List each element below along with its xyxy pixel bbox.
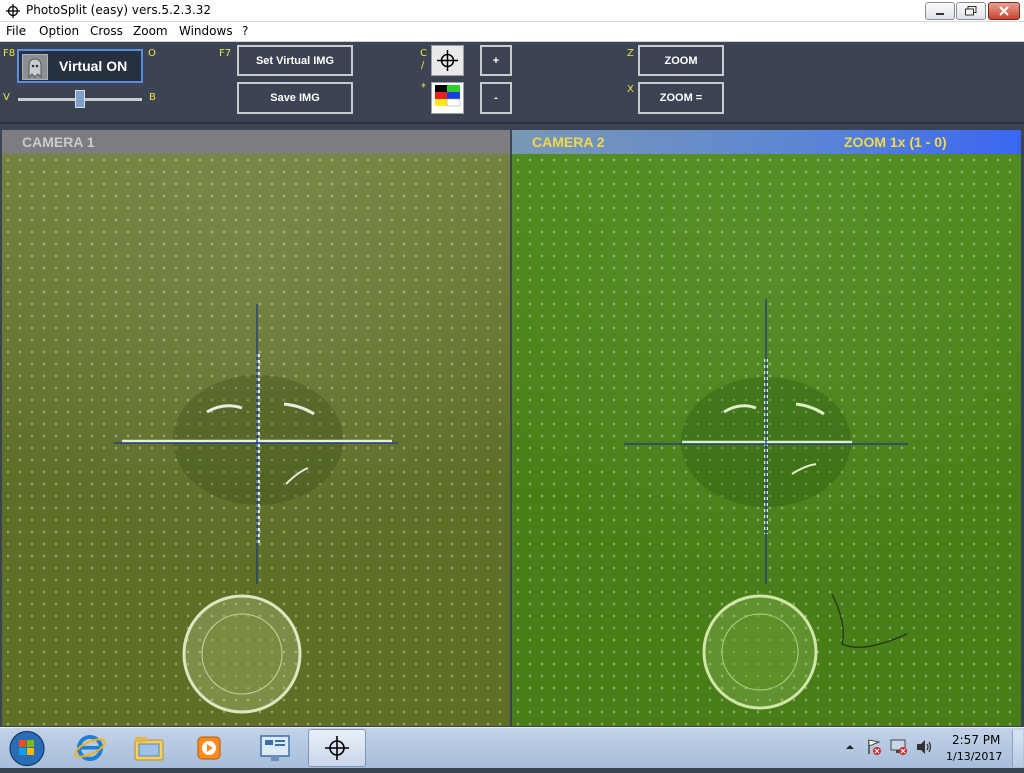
- taskbar: 2:57 PM 1/13/2017: [0, 727, 1024, 768]
- volume-icon[interactable]: [915, 739, 933, 755]
- control-panel-icon: [260, 735, 290, 761]
- camera1-view[interactable]: [2, 154, 510, 726]
- slider-thumb[interactable]: [75, 90, 85, 108]
- hotkey-slash: /: [421, 60, 425, 71]
- hotkey-star: *: [421, 82, 426, 93]
- taskbar-media-player[interactable]: [183, 729, 235, 767]
- crosshair-icon: [437, 50, 458, 71]
- color-palette-icon: [435, 85, 461, 107]
- save-img-button[interactable]: Save IMG: [237, 82, 353, 114]
- menu-windows[interactable]: Windows: [179, 24, 233, 38]
- taskbar-photosplit[interactable]: [308, 729, 366, 767]
- camera2-header: CAMERA 2 ZOOM 1x (1 - 0): [512, 130, 1021, 154]
- title-bar: PhotoSplit (easy) vers.5.2.3.32: [0, 0, 1024, 22]
- crosshair-toggle-button[interactable]: [431, 45, 464, 76]
- window-title: PhotoSplit (easy) vers.5.2.3.32: [26, 3, 212, 17]
- zoom-button[interactable]: ZOOM: [638, 45, 724, 76]
- camera1-title: CAMERA 1: [22, 134, 95, 150]
- close-button[interactable]: [988, 2, 1020, 20]
- app-crosshair-icon: [6, 4, 20, 18]
- menu-cross[interactable]: Cross: [90, 24, 123, 38]
- hotkey-z: Z: [627, 48, 634, 59]
- zoom-status: ZOOM 1x (1 - 0): [844, 134, 947, 150]
- virtual-label: Virtual ON: [59, 58, 128, 74]
- minimize-icon: [936, 13, 944, 15]
- ghost-icon: [22, 54, 48, 80]
- plus-button[interactable]: +: [480, 45, 512, 76]
- virtual-toggle-button[interactable]: Virtual ON: [17, 49, 143, 83]
- windows-orb-icon: [9, 730, 45, 767]
- action-center-flag-icon[interactable]: [866, 738, 882, 756]
- menu-option[interactable]: Option: [39, 24, 79, 38]
- camera2-view[interactable]: [512, 154, 1021, 726]
- cross-color-button[interactable]: [431, 82, 464, 114]
- camera2-crosshair-overlay: [624, 299, 908, 710]
- camera1-header: CAMERA 1: [2, 130, 510, 154]
- start-button[interactable]: [6, 729, 48, 768]
- camera2-title: CAMERA 2: [532, 134, 605, 150]
- network-disconnected-icon[interactable]: [890, 738, 908, 756]
- file-explorer-icon: [134, 737, 164, 761]
- maximize-button[interactable]: [956, 2, 986, 20]
- photosplit-crosshair-icon: [325, 736, 349, 760]
- media-player-icon: [197, 736, 221, 760]
- set-virtual-img-button[interactable]: Set Virtual IMG: [237, 45, 353, 76]
- taskbar-explorer[interactable]: [123, 729, 175, 767]
- menu-help[interactable]: ?: [242, 24, 248, 38]
- internet-explorer-icon: [74, 735, 106, 761]
- clock-date[interactable]: 1/13/2017: [946, 750, 1002, 763]
- clock-time[interactable]: 2:57 PM: [952, 733, 1000, 747]
- menu-bar: File Option Cross Zoom Windows ?: [0, 22, 1024, 42]
- hotkey-c: C: [420, 48, 427, 59]
- restore-icon: [965, 6, 977, 16]
- taskbar-ie[interactable]: [64, 729, 116, 767]
- close-icon: [999, 6, 1009, 16]
- menu-file[interactable]: File: [6, 24, 26, 38]
- hotkey-f7: F7: [219, 48, 232, 59]
- hotkey-f8: F8: [3, 48, 16, 59]
- hotkey-o: O: [148, 48, 156, 59]
- hotkey-x: X: [627, 84, 634, 95]
- show-hidden-icons-icon[interactable]: [845, 742, 855, 752]
- minimize-button[interactable]: [925, 2, 955, 20]
- zoom-equal-button[interactable]: ZOOM =: [638, 82, 724, 114]
- camera1-crosshair-overlay: [114, 304, 398, 714]
- taskbar-control-panel[interactable]: [249, 729, 301, 767]
- menu-zoom[interactable]: Zoom: [133, 24, 168, 38]
- hotkey-b: B: [149, 92, 156, 103]
- show-desktop-button[interactable]: [1012, 730, 1023, 767]
- minus-button[interactable]: -: [480, 82, 512, 114]
- hotkey-v: V: [3, 92, 10, 103]
